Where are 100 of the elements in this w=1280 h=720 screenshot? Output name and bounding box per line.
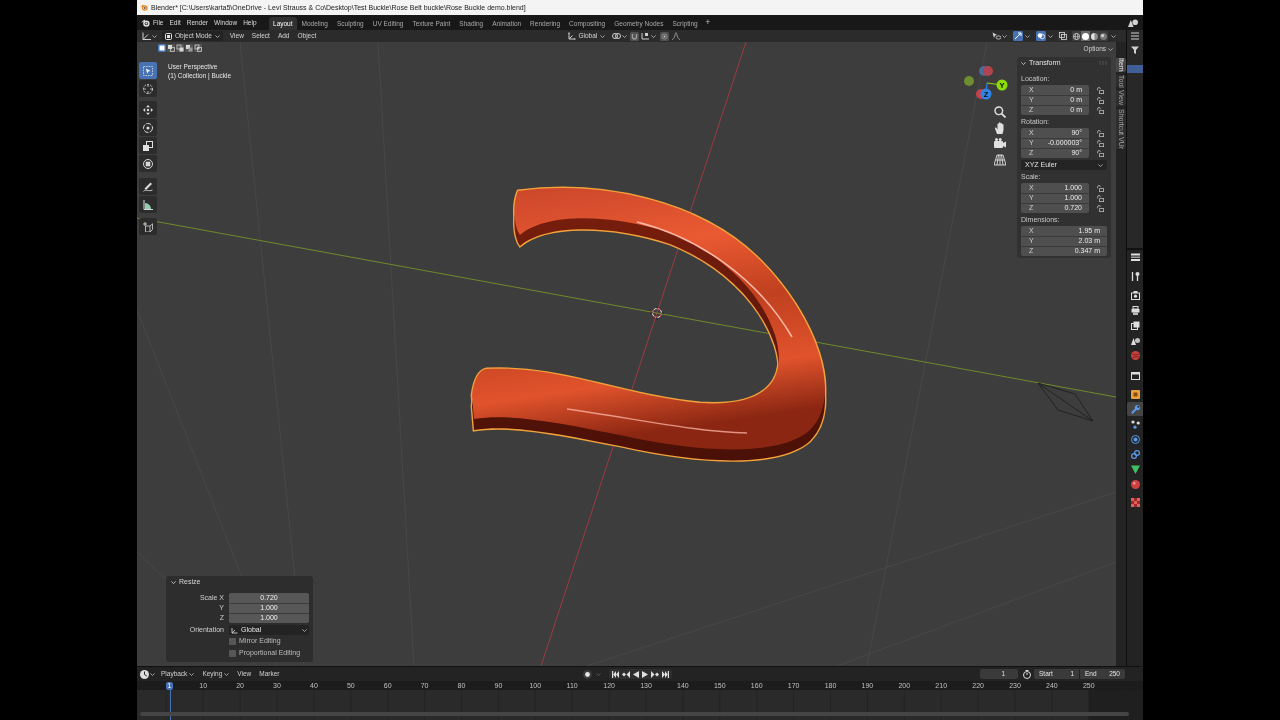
- record-icon[interactable]: [583, 669, 592, 679]
- next-keyframe-icon[interactable]: [651, 670, 659, 678]
- select-box-icon: [143, 65, 153, 76]
- magnet-icon[interactable]: [630, 31, 640, 41]
- tool-button[interactable]: [139, 196, 157, 213]
- shading-mode-button[interactable]: [1099, 31, 1108, 41]
- add-workspace-button[interactable]: +: [702, 18, 714, 27]
- padlock-icon[interactable]: [1097, 204, 1104, 212]
- tool-icon: [1130, 271, 1140, 281]
- play-icon[interactable]: [642, 670, 648, 678]
- tool-button[interactable]: [139, 80, 157, 97]
- editor-type-button[interactable]: [141, 31, 158, 41]
- caret-icon: [1098, 163, 1103, 167]
- box-icon: [1130, 370, 1140, 380]
- padlock-icon[interactable]: [1097, 96, 1104, 104]
- ruler-icon: [143, 199, 153, 210]
- caret-icon: [596, 672, 601, 676]
- chevron-icon[interactable]: [171, 579, 176, 585]
- padlock-icon[interactable]: [1097, 194, 1104, 202]
- padlock-icon[interactable]: [1097, 86, 1104, 94]
- caret-icon: [152, 34, 157, 38]
- scene-icon[interactable]: [1128, 18, 1138, 27]
- scale-icon: [143, 140, 153, 151]
- caret-icon: [224, 672, 230, 676]
- cursor-icon: [143, 83, 153, 94]
- tool-button[interactable]: [139, 137, 157, 154]
- caret-icon: [189, 672, 195, 676]
- proportional-edit-icon[interactable]: [660, 31, 670, 41]
- shading-mode-button[interactable]: [1072, 31, 1081, 41]
- visibility-dropdown[interactable]: [992, 31, 1007, 41]
- rotate-icon: [143, 122, 153, 133]
- padlock-icon[interactable]: [1097, 129, 1104, 137]
- padlock-icon[interactable]: [1097, 139, 1104, 147]
- checkbox[interactable]: [229, 649, 236, 657]
- properties-editor-icon[interactable]: [1130, 253, 1140, 261]
- perspective-grid-icon[interactable]: [994, 154, 1006, 166]
- app-logo-icon: [140, 4, 148, 11]
- xray-toggle-icon[interactable]: [1058, 31, 1068, 41]
- transform-icon: [143, 158, 153, 169]
- triangle-icon: [1130, 464, 1140, 474]
- camera-icon[interactable]: [994, 138, 1006, 150]
- selection-mode-icon[interactable]: [158, 44, 166, 52]
- caret-icon: [214, 34, 220, 38]
- dots-icon: [1130, 419, 1140, 429]
- camera-wireframe: [1037, 382, 1094, 422]
- padlock-icon[interactable]: [1097, 184, 1104, 192]
- square-icon: [1130, 389, 1140, 399]
- caret-icon: [651, 34, 657, 38]
- previous-keyframe-icon[interactable]: [622, 670, 630, 678]
- wrench-icon: [1130, 404, 1140, 414]
- object-mode-icon: [165, 32, 172, 40]
- orientation-axes-icon: [567, 32, 576, 40]
- chevron-icon[interactable]: [1021, 60, 1026, 66]
- padlock-icon[interactable]: [1097, 149, 1104, 157]
- axes-icon: [142, 32, 151, 40]
- add-cube-icon: [143, 221, 153, 232]
- selection-mode-icon[interactable]: [194, 44, 202, 52]
- editor-type-button[interactable]: [140, 669, 155, 679]
- wireframe-sphere-icon: [1073, 32, 1080, 40]
- pointer-eye-icon: [992, 32, 1001, 40]
- caret-icon: [1111, 34, 1116, 38]
- jump-to-end-icon[interactable]: [662, 670, 669, 678]
- hand-icon[interactable]: [994, 122, 1006, 134]
- move-arrows-icon: [143, 104, 153, 115]
- jump-to-start-icon[interactable]: [612, 670, 619, 678]
- selection-mode-icon[interactable]: [176, 44, 184, 52]
- caret-icon: [1108, 47, 1113, 51]
- zoom-icon[interactable]: [994, 106, 1006, 118]
- filter-icon[interactable]: [1131, 46, 1139, 54]
- shading-mode-button[interactable]: [1090, 31, 1099, 41]
- tool-button[interactable]: [139, 178, 157, 195]
- play-reverse-icon[interactable]: [633, 670, 639, 678]
- gizmo-toggle-icon[interactable]: [1013, 31, 1023, 41]
- stacked-images-icon: [1130, 320, 1140, 330]
- tool-button[interactable]: [139, 101, 157, 118]
- pivot-dropdown[interactable]: [612, 31, 628, 41]
- checkbox[interactable]: [229, 637, 236, 645]
- orientation-axes-icon: [231, 626, 238, 634]
- tool-button[interactable]: [139, 155, 157, 172]
- padlock-icon[interactable]: [1097, 106, 1104, 114]
- app-logo-icon[interactable]: [141, 18, 150, 27]
- camera-back-icon: [1130, 290, 1140, 300]
- tool-button[interactable]: [139, 218, 157, 235]
- snap-target-icon: [641, 32, 651, 40]
- selection-mode-icon[interactable]: [167, 44, 175, 52]
- orbit-icon: [1130, 434, 1140, 444]
- clock-icon: [140, 669, 149, 679]
- snap-target-dropdown[interactable]: [641, 31, 657, 41]
- outliner-display-icon[interactable]: [1131, 32, 1139, 40]
- stopwatch-icon[interactable]: [1023, 669, 1031, 679]
- printer-icon: [1130, 305, 1140, 315]
- globe-icon: [1130, 350, 1140, 360]
- falloff-curve-icon[interactable]: [672, 32, 681, 40]
- caret-icon: [1025, 34, 1030, 38]
- 3d-cursor-icon: [649, 305, 665, 321]
- shaded-sphere-icon: [1100, 32, 1107, 40]
- tool-button[interactable]: [139, 119, 157, 136]
- shading-mode-button[interactable]: [1081, 31, 1090, 41]
- overlays-toggle-icon[interactable]: [1036, 31, 1046, 41]
- caret-icon: [150, 672, 155, 676]
